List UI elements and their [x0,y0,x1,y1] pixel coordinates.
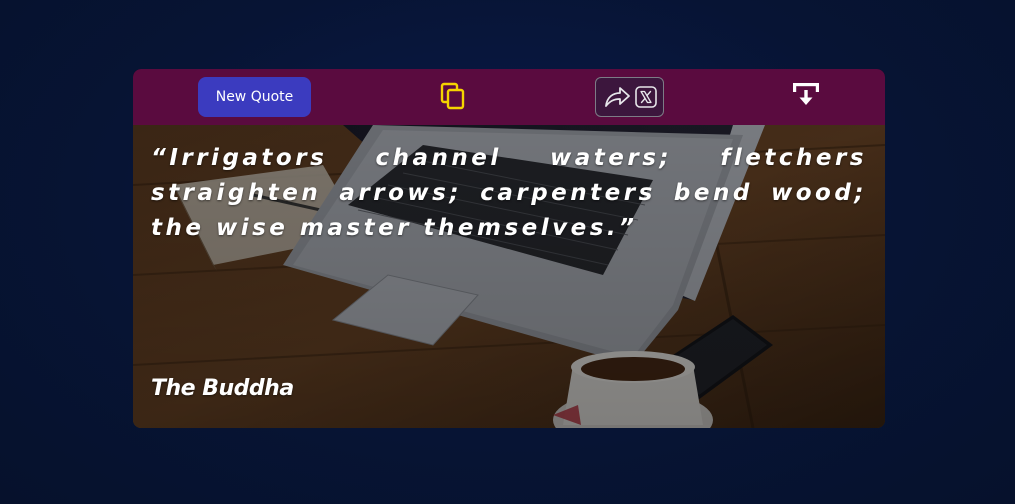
download-icon [793,83,819,105]
quote-text: “Irrigators channel waters; fletchers st… [151,145,867,241]
share-arrow-icon [604,87,630,107]
quote-toolbar: New Quote [133,69,885,125]
download-button[interactable] [792,81,820,109]
quote-author: The Buddha [151,376,294,401]
quote-card: New Quote “Irrigators channel waters; fl… [133,69,885,428]
share-on-x-button[interactable] [595,77,664,117]
copy-icon [440,82,465,110]
copy-button[interactable] [439,81,467,111]
x-logo-icon [634,86,657,108]
new-quote-button[interactable]: New Quote [198,77,311,117]
